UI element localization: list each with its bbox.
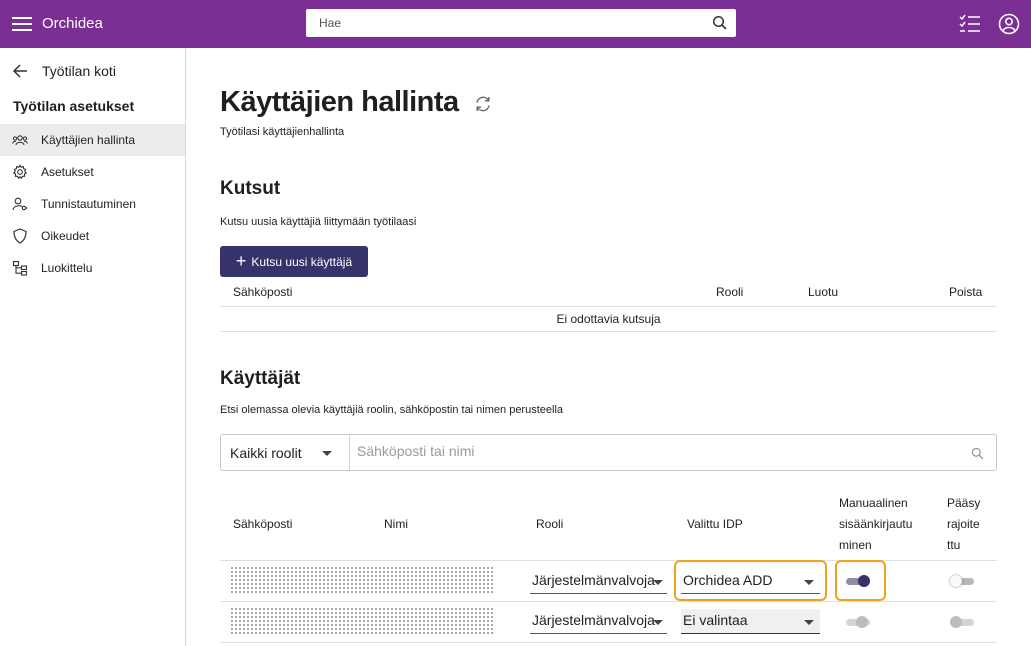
- chevron-down-icon: [322, 451, 332, 456]
- column-header-email: Sähköposti: [233, 517, 293, 531]
- role-select[interactable]: Järjestelmänvalvoja: [530, 569, 667, 594]
- access-restricted-toggle[interactable]: [950, 573, 974, 589]
- idp-select[interactable]: Ei valintaa: [681, 609, 820, 634]
- manual-login-toggle[interactable]: [846, 573, 870, 589]
- users-description: Etsi olemassa olevia käyttäjiä roolin, s…: [220, 404, 564, 416]
- sidebar-item-label: Oikeudet: [41, 229, 90, 243]
- column-header-role: Rooli: [716, 285, 744, 299]
- divider: [220, 601, 997, 602]
- manual-login-toggle[interactable]: [846, 614, 870, 630]
- gear-icon: [12, 164, 28, 180]
- page-subtitle: Työtilasi käyttäjienhallinta: [220, 126, 345, 138]
- search-icon[interactable]: [971, 447, 984, 460]
- column-header-role: Rooli: [536, 517, 564, 531]
- column-header-idp: Valittu IDP: [687, 517, 743, 531]
- shield-icon: [13, 228, 27, 244]
- back-link-label: Työtilan koti: [42, 63, 116, 79]
- top-app-bar: Orchidea: [0, 0, 1031, 48]
- chevron-down-icon: [653, 620, 663, 625]
- invites-heading: Kutsut: [220, 178, 281, 199]
- invites-empty-message: Ei odottavia kutsuja: [220, 307, 997, 332]
- global-search[interactable]: [306, 9, 736, 37]
- user-key-icon: [12, 197, 28, 211]
- sidebar-item-authentication[interactable]: Tunnistautuminen: [0, 188, 185, 220]
- redacted-email-and-name: [230, 607, 494, 635]
- invite-user-button-label: Kutsu uusi käyttäjä: [251, 254, 353, 269]
- invites-description: Kutsu uusia käyttäjiä liittymään työtila…: [220, 216, 417, 228]
- column-header-name: Nimi: [384, 517, 408, 531]
- hierarchy-icon: [12, 260, 28, 276]
- plus-icon: +: [235, 250, 247, 271]
- sidebar-item-label: Asetukset: [41, 165, 94, 179]
- sidebar-heading: Työtilan asetukset: [13, 98, 135, 114]
- global-search-input[interactable]: [306, 16, 696, 30]
- page-title: Käyttäjien hallinta: [220, 86, 459, 118]
- sidebar-item-settings[interactable]: Asetukset: [0, 156, 185, 188]
- sidebar-item-user-management[interactable]: Käyttäjien hallinta: [0, 124, 185, 156]
- back-to-workspace-home-link[interactable]: Työtilan koti: [12, 63, 116, 79]
- divider: [220, 642, 997, 643]
- access-restricted-toggle[interactable]: [950, 614, 974, 630]
- redacted-email-and-name: [230, 566, 494, 594]
- column-header-access-restricted: Pääsy rajoite ttu: [947, 496, 981, 552]
- user-search-input[interactable]: [357, 443, 957, 459]
- invite-user-button[interactable]: + Kutsu uusi käyttäjä: [220, 246, 368, 277]
- users-heading: Käyttäjät: [220, 368, 301, 389]
- sidebar-item-label: Käyttäjien hallinta: [41, 133, 136, 147]
- column-header-created: Luotu: [808, 285, 839, 299]
- sidebar-item-permissions[interactable]: Oikeudet: [0, 220, 185, 252]
- sidebar: Työtilan koti Työtilan asetukset Käyttäj…: [0, 48, 186, 646]
- sidebar-nav: Käyttäjien hallinta Asetukset Tunnistaut…: [0, 124, 185, 284]
- role-filter-value: Kaikki roolit: [230, 444, 302, 461]
- sidebar-item-label: Tunnistautuminen: [41, 197, 136, 211]
- column-header-email: Sähköposti: [233, 285, 293, 299]
- column-header-manual-login: Manuaalinen sisäänkirjautu minen: [839, 496, 913, 552]
- chevron-down-icon: [804, 620, 814, 625]
- tasks-checklist-icon[interactable]: [958, 13, 982, 35]
- invites-table-header: Sähköposti Rooli Luotu Poista: [220, 278, 997, 307]
- column-header-delete: Poista: [949, 285, 983, 299]
- hamburger-menu-icon[interactable]: [12, 14, 32, 34]
- users-icon: [12, 135, 28, 146]
- refresh-icon[interactable]: [474, 95, 492, 113]
- sidebar-item-classification[interactable]: Luokittelu: [0, 252, 185, 284]
- sidebar-item-label: Luokittelu: [41, 261, 93, 275]
- main-content: Käyttäjien hallinta Työtilasi käyttäjien…: [186, 48, 1031, 646]
- chevron-down-icon: [653, 580, 663, 585]
- app-title[interactable]: Orchidea: [42, 15, 103, 32]
- idp-select[interactable]: Orchidea ADD: [681, 569, 820, 594]
- role-filter-select[interactable]: Kaikki roolit: [221, 435, 350, 470]
- role-select[interactable]: Järjestelmänvalvoja: [530, 609, 667, 634]
- arrow-left-icon: [12, 64, 27, 78]
- user-filter-bar: Kaikki roolit: [220, 434, 997, 471]
- user-account-icon[interactable]: [998, 13, 1020, 35]
- chevron-down-icon: [804, 580, 814, 585]
- search-icon[interactable]: [712, 15, 728, 31]
